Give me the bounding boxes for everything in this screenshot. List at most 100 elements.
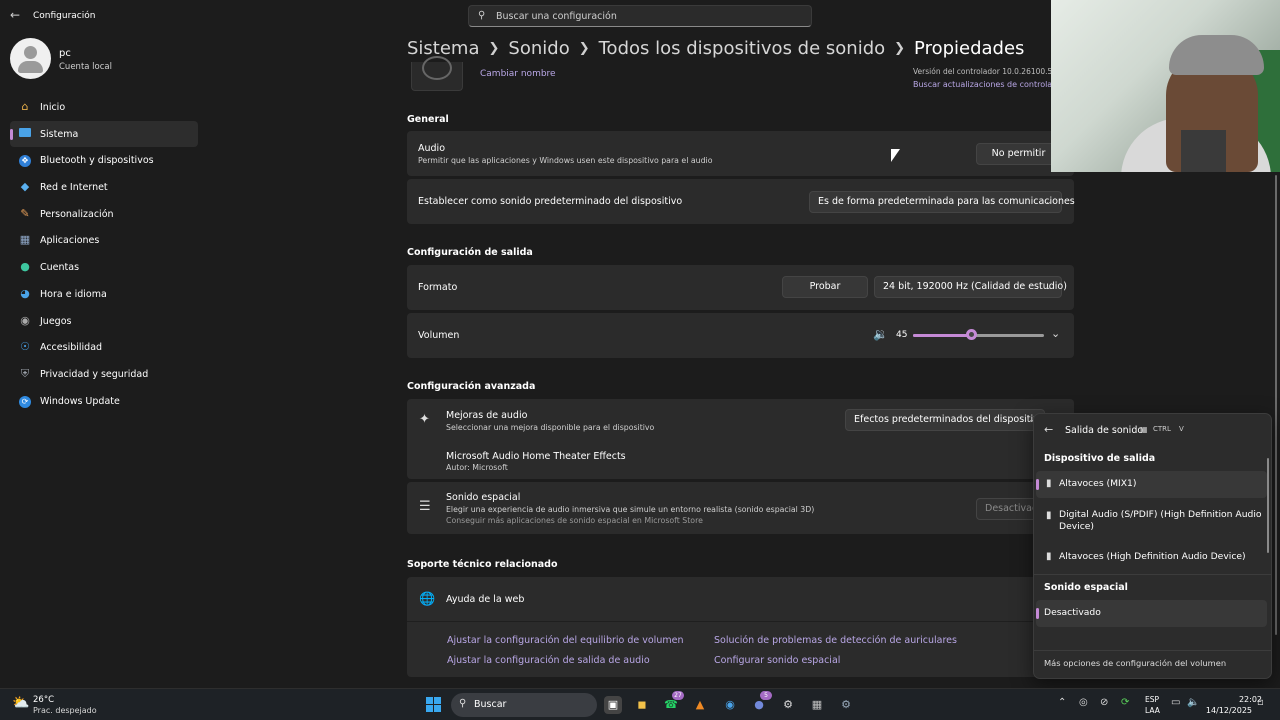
test-button[interactable]: Probar	[782, 276, 868, 298]
brush-icon: ✎	[20, 206, 30, 220]
clock-date[interactable]: 14/12/2025	[1196, 706, 1252, 715]
sidebar-item-accesibilidad[interactable]: ☉ Accesibilidad	[10, 334, 198, 361]
link-audio-output[interactable]: Ajustar la configuración de salida de au…	[447, 655, 650, 666]
language-code[interactable]: ESP	[1145, 695, 1159, 704]
home-icon: ⌂	[21, 100, 29, 113]
section-output: Configuración de salida	[407, 247, 533, 258]
tray-sync-icon[interactable]: ⟳	[1121, 697, 1129, 708]
default-device-value: Es de forma predeterminada para las comu…	[818, 196, 1075, 207]
speaker-icon[interactable]: 🔉	[873, 327, 888, 341]
taskbar-search-label: Buscar	[474, 699, 507, 710]
back-arrow-icon[interactable]: ←	[1044, 423, 1053, 436]
notifications-icon[interactable]: ▫	[1257, 697, 1264, 708]
spatial-store-link[interactable]: Conseguir más aplicaciones de sonido esp…	[446, 516, 703, 525]
sidebar-item-hora[interactable]: ◕ Hora e idioma	[10, 281, 198, 308]
account-icon: ●	[20, 260, 30, 274]
app-icon[interactable]: ▦	[808, 696, 826, 714]
link-headphone-troubleshoot[interactable]: Solución de problemas de detección de au…	[714, 635, 957, 646]
sidebar-item-personalizacion[interactable]: ✎ Personalización	[10, 201, 198, 228]
back-arrow-icon[interactable]: ←	[10, 8, 20, 22]
bluetooth-icon: ✥	[18, 153, 32, 168]
no-permitir-button[interactable]: No permitir	[976, 143, 1061, 165]
speaker-device-icon	[411, 56, 463, 91]
volume-slider-thumb[interactable]	[966, 329, 978, 340]
sidebar-item-sistema[interactable]: Sistema	[10, 120, 198, 148]
sidebar-item-cuentas[interactable]: ● Cuentas	[10, 254, 198, 281]
weather-icon[interactable]: ⛅	[12, 695, 29, 711]
windows-start-icon[interactable]	[426, 697, 441, 712]
chevron-down-icon: ⌄	[1045, 197, 1052, 206]
vlc-icon[interactable]: ▲	[691, 696, 709, 714]
breadcrumb-sonido[interactable]: Sonido	[508, 38, 569, 59]
steam-icon[interactable]: ⚙	[779, 696, 797, 714]
volume-slider[interactable]	[913, 334, 1044, 337]
tray-app-icon[interactable]: ◎	[1079, 697, 1088, 708]
theater-effects-title: Microsoft Audio Home Theater Effects	[446, 451, 626, 462]
link-spatial-sound[interactable]: Configurar sonido espacial	[714, 655, 840, 666]
help-title[interactable]: Ayuda de la web	[446, 594, 524, 605]
spatial-title: Sonido espacial	[446, 492, 521, 503]
volume-card: Volumen 🔉 45 ⌄	[407, 313, 1074, 358]
flyout-title: Salida de sonido	[1065, 425, 1144, 436]
chevron-down-icon[interactable]: ⌄	[1051, 327, 1060, 340]
driver-update-link[interactable]: Buscar actualizaciones de controlador	[913, 80, 1065, 89]
sidebar-item-bluetooth[interactable]: ✥ Bluetooth y dispositivos	[10, 147, 198, 174]
tray-network-icon[interactable]: ⊘	[1100, 697, 1108, 708]
chrome-icon[interactable]: ◉	[721, 696, 739, 714]
rename-link[interactable]: Cambiar nombre	[480, 69, 556, 79]
user-profile[interactable]: pc Cuenta local	[10, 38, 200, 80]
sidebar-item-red[interactable]: ◆ Red e Internet	[10, 174, 198, 201]
sidebar-item-juegos[interactable]: ◉ Juegos	[10, 308, 198, 335]
sidebar-item-privacidad[interactable]: ⛨ Privacidad y seguridad	[10, 361, 198, 388]
task-view-icon[interactable]: ▣	[604, 696, 622, 714]
device-option-label: Altavoces (High Definition Audio Device)	[1059, 551, 1246, 562]
volume-label: Volumen	[418, 330, 460, 341]
notification-badge: 27	[672, 691, 684, 700]
gamepad-icon: ◉	[20, 313, 30, 327]
enhancements-dropdown[interactable]: Efectos predeterminados del dispositivo ⌄	[845, 409, 1045, 431]
sidebar-item-aplicaciones[interactable]: ▦ Aplicaciones	[10, 227, 198, 254]
scrollbar[interactable]	[1275, 175, 1277, 635]
speaker-icon: ▮	[1046, 478, 1052, 489]
search-box[interactable]: ⚲ Buscar una configuración	[468, 5, 812, 27]
sidebar-item-inicio[interactable]: ⌂ Inicio	[10, 94, 198, 121]
format-dropdown[interactable]: 24 bit, 192000 Hz (Calidad de estudio) ⌄	[874, 276, 1067, 298]
shield-icon: ⛨	[20, 366, 30, 380]
profile-account-type: Cuenta local	[59, 62, 112, 72]
flyout-scrollbar[interactable]	[1267, 458, 1269, 553]
breadcrumb-sistema[interactable]: Sistema	[407, 38, 480, 59]
volume-value: 45	[896, 330, 908, 340]
link-volume-balance[interactable]: Ajustar la configuración del equilibrio …	[447, 635, 683, 646]
weather-temp[interactable]: 26°C	[33, 695, 54, 705]
avatar	[10, 38, 51, 79]
device-option[interactable]: ▮ Altavoces (MIX1)	[1036, 471, 1267, 498]
breadcrumb: Sistema ❯ Sonido ❯ Todos los dispositivos de…	[407, 38, 1024, 59]
device-option-label: Digital Audio (S/PDIF) (High Definition …	[1059, 509, 1262, 532]
more-volume-settings-link[interactable]: Más opciones de configuración del volume…	[1044, 658, 1226, 668]
default-device-title: Establecer como sonido predeterminado de…	[418, 196, 683, 207]
keyboard-layout[interactable]: LAA	[1145, 706, 1160, 715]
weather-condition[interactable]: Prac. despejado	[33, 706, 97, 715]
display-icon[interactable]: ▭	[1171, 697, 1180, 708]
audio-title: Audio	[418, 143, 446, 154]
file-explorer-icon[interactable]: ◼	[633, 696, 651, 714]
search-icon: ⚲	[478, 10, 486, 21]
settings-icon[interactable]: ⚙	[837, 696, 855, 714]
breadcrumb-dispositivos[interactable]: Todos los dispositivos de sonido	[599, 38, 886, 59]
format-label: Formato	[418, 282, 458, 293]
page-title: Propiedades	[914, 38, 1025, 59]
default-device-dropdown[interactable]: Es de forma predeterminada para las comu…	[809, 191, 1075, 213]
notification-badge: 5	[760, 691, 772, 700]
chevron-up-icon[interactable]: ⌃	[1058, 697, 1066, 708]
sidebar-item-windows-update[interactable]: ⟳ Windows Update	[10, 388, 198, 415]
taskbar-search[interactable]: ⚲ Buscar	[451, 693, 597, 717]
chevron-right-icon: ❯	[578, 41, 590, 56]
spatial-card: ☰ Sonido espacial Elegir una experiencia…	[407, 482, 1074, 534]
device-option[interactable]: ▮ Digital Audio (S/PDIF) (High Definitio…	[1036, 504, 1267, 542]
device-option[interactable]: ▮ Altavoces (High Definition Audio Devic…	[1036, 544, 1267, 571]
flyout-header: ← Salida de sonido ▦ CTRL V	[1034, 414, 1271, 446]
spatial-option[interactable]: Desactivado	[1036, 600, 1267, 627]
search-input[interactable]: Buscar una configuración	[496, 11, 617, 22]
clock-time[interactable]: 22:02	[1220, 695, 1262, 704]
device-option-label: Altavoces (MIX1)	[1059, 478, 1137, 489]
